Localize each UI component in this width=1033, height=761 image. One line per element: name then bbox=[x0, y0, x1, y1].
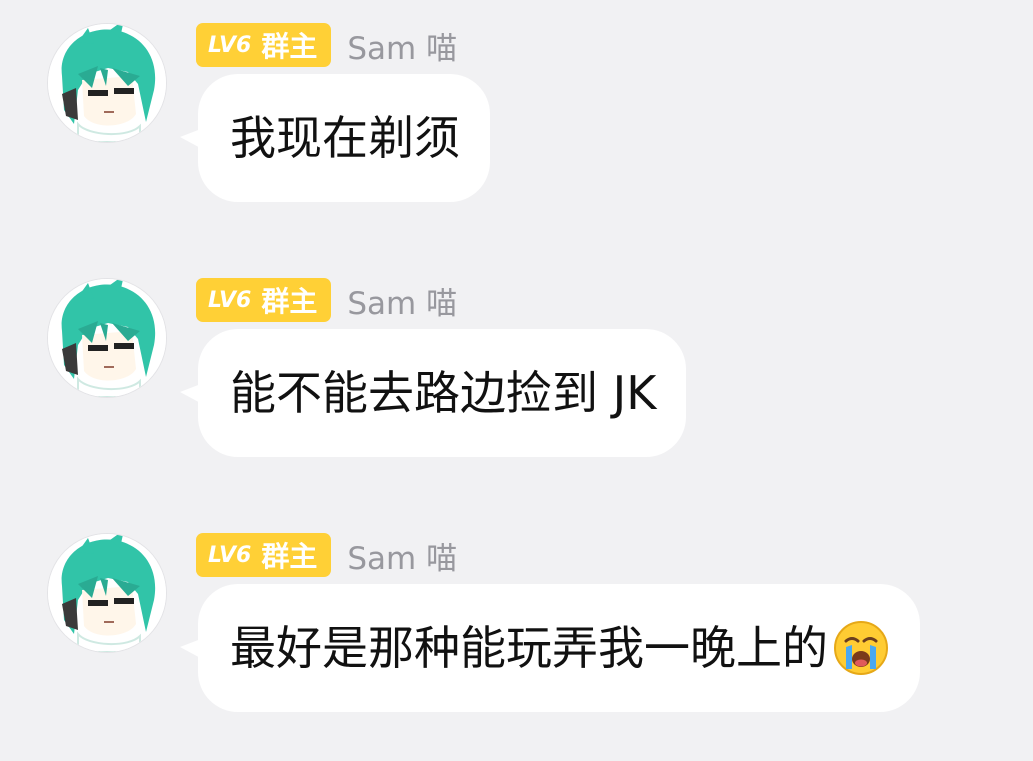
message-bubble[interactable]: 能不能去路边捡到 JK bbox=[198, 329, 687, 457]
avatar-image bbox=[48, 279, 166, 397]
badge-role: 群主 bbox=[261, 30, 318, 63]
badge-role: 群主 bbox=[261, 540, 318, 573]
sender-name[interactable]: Sam 喵 bbox=[347, 278, 457, 323]
badge-level: LV6 bbox=[208, 542, 252, 568]
message-bubble[interactable]: 最好是那种能玩弄我一晚上的 bbox=[198, 584, 920, 712]
loudly-crying-face-icon bbox=[832, 619, 890, 677]
avatar[interactable] bbox=[48, 534, 166, 652]
sender-name[interactable]: Sam 喵 bbox=[347, 23, 457, 68]
message-text: 能不能去路边捡到 JK bbox=[230, 366, 657, 420]
message-bubble[interactable]: 我现在剃须 bbox=[198, 74, 490, 202]
message-meta: LV6 群主 Sam 喵 bbox=[196, 532, 457, 578]
message-row: LV6 群主 Sam 喵 最好是那种能玩弄我一晚上的 bbox=[0, 510, 1033, 740]
badge-role: 群主 bbox=[261, 285, 318, 318]
message-row: LV6 群主 Sam 喵 我现在剃须 bbox=[0, 0, 1033, 230]
sender-name[interactable]: Sam 喵 bbox=[347, 533, 457, 578]
group-owner-badge: LV6 群主 bbox=[196, 278, 332, 322]
message-row: LV6 群主 Sam 喵 能不能去路边捡到 JK bbox=[0, 255, 1033, 485]
chat-message-list: LV6 群主 Sam 喵 我现在剃须 LV6 群主 Sam 喵 能不能去路边捡到… bbox=[0, 0, 1033, 761]
badge-level: LV6 bbox=[208, 32, 252, 58]
message-meta: LV6 群主 Sam 喵 bbox=[196, 277, 457, 323]
avatar[interactable] bbox=[48, 24, 166, 142]
badge-level: LV6 bbox=[208, 287, 252, 313]
avatar[interactable] bbox=[48, 279, 166, 397]
message-meta: LV6 群主 Sam 喵 bbox=[196, 22, 457, 68]
avatar-image bbox=[48, 24, 166, 142]
group-owner-badge: LV6 群主 bbox=[196, 23, 332, 67]
message-text: 我现在剃须 bbox=[230, 111, 460, 165]
message-text: 最好是那种能玩弄我一晚上的 bbox=[230, 621, 828, 675]
group-owner-badge: LV6 群主 bbox=[196, 533, 332, 577]
avatar-image bbox=[48, 534, 166, 652]
